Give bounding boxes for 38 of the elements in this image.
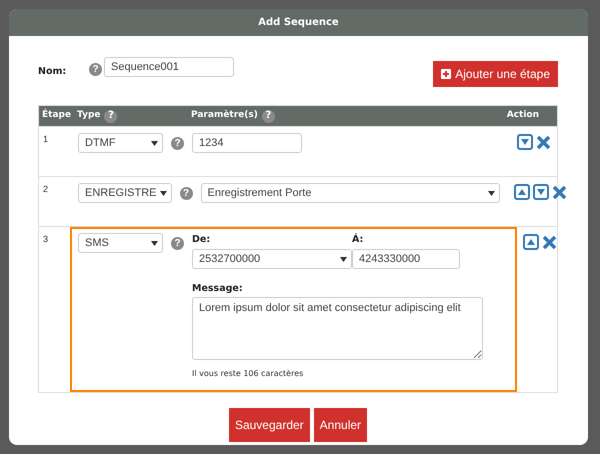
delete-icon[interactable] — [536, 134, 551, 150]
plus-icon — [441, 69, 452, 79]
column-header: Type — [77, 109, 100, 122]
step-number: 1 — [42, 133, 50, 146]
parameter-input[interactable]: 1234 — [192, 133, 302, 153]
caret-icon — [488, 190, 495, 196]
to-label: Á: — [352, 233, 364, 247]
delete-icon[interactable] — [542, 234, 557, 250]
step-number: 2 — [42, 183, 50, 196]
message-textarea[interactable]: Lorem ipsum dolor sit amet consectetur adipiscing elit — [192, 296, 483, 360]
move-up-icon[interactable] — [523, 234, 539, 250]
to-input[interactable]: 4243330000 — [352, 249, 460, 270]
message-label: Message: — [192, 282, 244, 296]
select-field[interactable]: Enregistrement Porte — [200, 183, 500, 203]
select-field[interactable]: 2532700000 — [192, 249, 352, 270]
step-number: 3 — [42, 233, 50, 246]
move-up-icon[interactable] — [514, 184, 530, 200]
select-field[interactable]: SMS — [78, 233, 163, 253]
name-input[interactable]: Sequence001 — [104, 57, 234, 77]
caret-icon — [160, 190, 167, 196]
save-button[interactable]: Sauvegarder — [228, 408, 310, 442]
column-header: Paramètre(s) — [191, 109, 258, 122]
from-label: De: — [192, 233, 212, 247]
caret-icon — [151, 240, 158, 246]
column-header: Étape — [42, 109, 72, 122]
column-header: Action — [506, 109, 539, 122]
caret-icon — [151, 140, 158, 146]
modal-title: Add Sequence — [9, 9, 588, 36]
select-field[interactable]: DTMF — [78, 133, 163, 153]
name-label: Nom: — [38, 65, 68, 79]
cancel-button[interactable]: Annuler — [314, 408, 368, 442]
select-field[interactable]: ENREGISTRE — [78, 183, 172, 203]
add-step-button[interactable]: Ajouter une étape — [433, 61, 558, 87]
caret-icon — [340, 256, 347, 262]
move-down-icon[interactable] — [517, 134, 533, 150]
character-counter: Il vous reste 106 caractères — [192, 368, 304, 380]
move-down-icon[interactable] — [532, 184, 549, 200]
delete-icon[interactable] — [552, 184, 567, 200]
